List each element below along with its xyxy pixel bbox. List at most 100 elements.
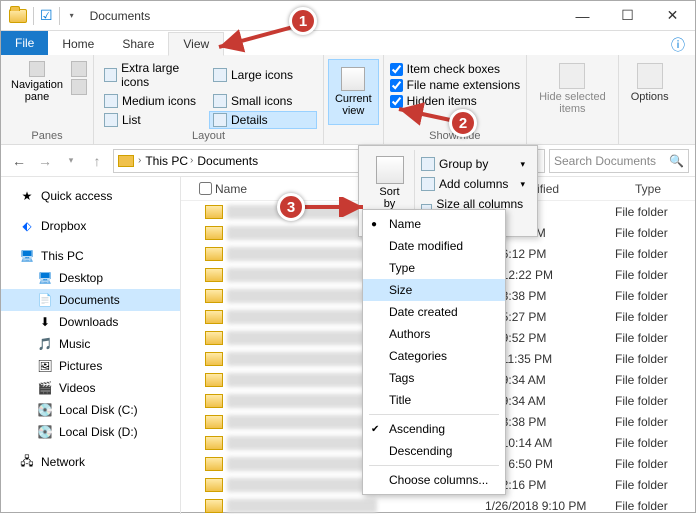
check-file-name-ext[interactable]: File name extensions xyxy=(390,77,520,93)
annotation-callout-2: 2 xyxy=(449,109,477,137)
up-button[interactable]: ↑ xyxy=(85,149,109,173)
sidebar-dropbox[interactable]: ⬖Dropbox xyxy=(1,215,180,237)
folder-icon xyxy=(205,226,223,240)
file-type: File folder xyxy=(615,415,695,429)
pictures-icon: 🖼 xyxy=(37,358,53,374)
sidebar-videos[interactable]: 🎬Videos xyxy=(1,377,180,399)
current-view-button[interactable]: Current view xyxy=(328,59,379,125)
icon xyxy=(213,68,227,82)
sidebar-this-pc[interactable]: 🖥This PC xyxy=(1,245,180,267)
ribbon-group-current-view: Current view xyxy=(324,55,384,144)
group-label-layout: Layout xyxy=(100,130,317,142)
sort-descending[interactable]: Descending xyxy=(363,440,505,462)
ribbon-group-layout: Extra large icons Large icons Medium ico… xyxy=(94,55,324,144)
icon xyxy=(421,157,435,171)
breadcrumb-documents[interactable]: Documents xyxy=(197,154,258,168)
layout-small[interactable]: Small icons xyxy=(209,92,317,110)
nav-pane-label: Navigation pane xyxy=(11,79,63,103)
sort-categories[interactable]: Categories xyxy=(363,345,505,367)
minimize-button[interactable]: — xyxy=(560,1,605,31)
header-type[interactable]: Type xyxy=(627,182,669,196)
icon xyxy=(421,177,435,191)
add-columns-item[interactable]: Add columns▾ xyxy=(417,174,529,194)
annotation-callout-3: 3 xyxy=(277,193,305,221)
forward-button[interactable]: → xyxy=(33,149,57,173)
sort-ascending[interactable]: ✔Ascending xyxy=(363,418,505,440)
file-type: File folder xyxy=(615,331,695,345)
main-area: ★Quick access ⬖Dropbox 🖥This PC 🖥Desktop… xyxy=(1,177,695,514)
current-view-icon xyxy=(341,67,365,91)
history-dropdown[interactable]: ▾ xyxy=(59,149,83,173)
ribbon-group-options: Options xyxy=(619,55,681,144)
help-icon[interactable]: ⓘ xyxy=(671,35,695,55)
header-checkbox[interactable] xyxy=(191,182,207,195)
sort-date-modified[interactable]: Date modified xyxy=(363,235,505,257)
sidebar-documents[interactable]: 📄Documents xyxy=(1,289,180,311)
sort-authors[interactable]: Authors xyxy=(363,323,505,345)
folder-icon xyxy=(205,373,223,387)
sort-tags[interactable]: Tags xyxy=(363,367,505,389)
sort-name[interactable]: ●Name xyxy=(363,213,505,235)
sort-size[interactable]: Size xyxy=(363,279,505,301)
file-type: File folder xyxy=(615,436,695,450)
layout-medium[interactable]: Medium icons xyxy=(100,92,208,110)
ribbon: Navigation pane Panes Extra large icons … xyxy=(1,55,695,145)
back-button[interactable]: ← xyxy=(7,149,31,173)
file-date: 1/26/2018 9:10 PM xyxy=(485,499,615,513)
layout-list[interactable]: List xyxy=(100,111,208,129)
properties-icon[interactable]: ☑ xyxy=(40,7,53,24)
layout-details[interactable]: Details xyxy=(209,111,317,129)
preview-pane-icon[interactable] xyxy=(71,61,87,77)
file-type: File folder xyxy=(615,205,695,219)
file-name-blurred xyxy=(227,331,377,345)
folder-icon xyxy=(205,394,223,408)
check-item-check-boxes[interactable]: Item check boxes xyxy=(390,61,520,77)
sort-icon xyxy=(376,156,404,184)
chevron-right-icon[interactable]: › xyxy=(138,155,141,166)
checkbox[interactable] xyxy=(390,79,403,92)
current-view-label: Current view xyxy=(335,93,372,117)
file-type: File folder xyxy=(615,247,695,261)
qat-dropdown-icon[interactable]: ▾ xyxy=(66,9,78,22)
annotation-arrow-1 xyxy=(211,25,301,55)
checkbox[interactable] xyxy=(390,63,403,76)
layout-large[interactable]: Large icons xyxy=(209,59,317,91)
sidebar-downloads[interactable]: ⬇Downloads xyxy=(1,311,180,333)
sidebar-disk-d[interactable]: 💽Local Disk (D:) xyxy=(1,421,180,443)
sort-date-created[interactable]: Date created xyxy=(363,301,505,323)
details-pane-icon[interactable] xyxy=(71,79,87,95)
search-box[interactable]: Search Documents 🔍 xyxy=(549,149,689,173)
folder-icon xyxy=(9,9,27,23)
folder-icon xyxy=(118,155,134,167)
navigation-pane-button[interactable]: Navigation pane xyxy=(7,59,67,105)
sidebar-network[interactable]: 🖧Network xyxy=(1,451,180,473)
close-button[interactable]: ✕ xyxy=(650,1,695,31)
file-type: File folder xyxy=(615,268,695,282)
file-type: File folder xyxy=(615,373,695,387)
options-button[interactable]: Options xyxy=(625,59,675,107)
sort-choose-columns[interactable]: Choose columns... xyxy=(363,469,505,491)
sidebar-desktop[interactable]: 🖥Desktop xyxy=(1,267,180,289)
music-icon: 🎵 xyxy=(37,336,53,352)
file-name-blurred xyxy=(227,226,377,240)
sidebar-disk-c[interactable]: 💽Local Disk (C:) xyxy=(1,399,180,421)
separator xyxy=(369,414,499,415)
sidebar-quick-access[interactable]: ★Quick access xyxy=(1,185,180,207)
table-row[interactable]: 1/26/2018 9:10 PMFile folder xyxy=(181,495,695,514)
breadcrumb-this-pc[interactable]: This PC› xyxy=(145,154,193,168)
maximize-button[interactable]: ☐ xyxy=(605,1,650,31)
tab-file[interactable]: File xyxy=(1,31,48,55)
tab-home[interactable]: Home xyxy=(48,33,108,55)
search-icon: 🔍 xyxy=(669,154,684,168)
file-type: File folder xyxy=(615,499,695,513)
sort-title[interactable]: Title xyxy=(363,389,505,411)
tab-share[interactable]: Share xyxy=(108,33,168,55)
layout-extra-large[interactable]: Extra large icons xyxy=(100,59,208,91)
nav-arrows: ← → ▾ ↑ xyxy=(7,149,109,173)
icon xyxy=(104,68,117,82)
group-by-item[interactable]: Group by▾ xyxy=(417,154,529,174)
sidebar-pictures[interactable]: 🖼Pictures xyxy=(1,355,180,377)
sort-type[interactable]: Type xyxy=(363,257,505,279)
sidebar-music[interactable]: 🎵Music xyxy=(1,333,180,355)
folder-icon xyxy=(205,436,223,450)
